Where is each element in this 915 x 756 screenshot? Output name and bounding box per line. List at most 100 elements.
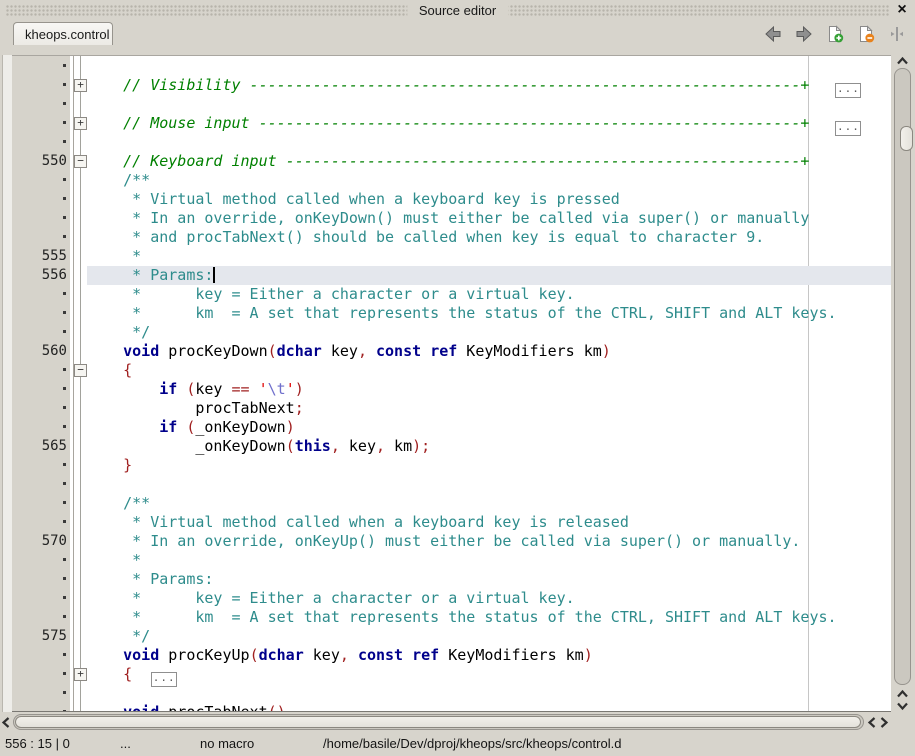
code-line[interactable]: * key = Either a character or a virtual … [87,589,891,608]
code-token-sym: ) [584,646,593,664]
line-number-dot [12,285,67,304]
horizontal-scrollbar[interactable] [0,713,915,732]
code-token-cmt: // Keyboard input ----------------------… [87,152,809,170]
code-token-sym: { [123,361,132,379]
code-line[interactable]: /** [87,171,891,190]
fold-collapse-icon[interactable]: − [74,364,87,377]
code-token-pln: KeyModifiers km [457,342,602,360]
line-dot [63,292,66,295]
code-token-doc: */ [87,323,150,341]
code-token-kw: this [295,437,331,455]
scroll-up-bottom-icon[interactable] [895,688,910,700]
new-document-icon[interactable] [824,25,845,43]
line-number: 550 [12,152,67,171]
vertical-scrollbar[interactable] [891,55,915,712]
line-dot [63,406,66,409]
current-code-line[interactable]: * Params: [87,266,891,285]
line-dot [63,577,66,580]
code-line[interactable]: * and procTabNext() should be called whe… [87,228,891,247]
fold-collapse-icon[interactable]: − [74,155,87,168]
forward-icon[interactable] [793,25,814,43]
tab-kheops-control[interactable]: kheops.control [13,22,113,45]
code-token-kw: dchar [259,646,304,664]
line-number-dot [12,361,67,380]
code-line[interactable]: * Params: [87,570,891,589]
code-line[interactable]: if (_onKeyDown) [87,418,891,437]
code-token-sym: ( [250,646,259,664]
scroll-up-icon[interactable] [895,55,910,67]
fold-expand-icon[interactable]: + [74,79,87,92]
code-line[interactable]: void procTabNext() [87,703,891,712]
line-number-dot [12,475,67,494]
horizontal-scroll-thumb[interactable] [15,716,861,728]
code-line[interactable] [87,133,891,152]
fold-expand-icon[interactable]: + [74,668,87,681]
code-token-kw: ref [430,342,457,360]
horizontal-scroll-track[interactable] [13,714,864,730]
code-line[interactable]: */ [87,323,891,342]
code-token-pln [177,380,186,398]
code-token-sym: () [268,703,286,712]
line-number-dot [12,228,67,247]
code-line[interactable]: * In an override, onKeyDown() must eithe… [87,209,891,228]
code-line[interactable]: void procKeyUp(dchar key, const ref KeyM… [87,646,891,665]
code-line[interactable]: {... [87,665,891,684]
line-number-dot [12,190,67,209]
code-line[interactable] [87,684,891,703]
scroll-left-right-icon[interactable] [866,715,878,730]
code-line[interactable]: // Mouse input -------------------------… [87,114,891,133]
code-line[interactable]: * [87,247,891,266]
close-icon[interactable]: × [893,1,911,19]
line-dot [63,520,66,523]
code-line[interactable]: procTabNext; [87,399,891,418]
code-token-pln [421,342,430,360]
titlebar[interactable]: Source editor × [0,0,915,21]
code-line[interactable]: * [87,551,891,570]
code-token-pln: procTabNext [159,703,267,712]
line-number-dot [12,456,67,475]
code-line[interactable]: if (key == '\t') [87,380,891,399]
scroll-left-icon[interactable] [0,715,12,730]
code-line[interactable]: * key = Either a character or a virtual … [87,285,891,304]
code-line[interactable]: // Keyboard input ----------------------… [87,152,891,171]
code-line[interactable]: /** [87,494,891,513]
code-token-doc: /** [87,494,150,512]
code-line[interactable]: * In an override, onKeyUp() must either … [87,532,891,551]
code-line[interactable]: * Virtual method called when a keyboard … [87,513,891,532]
code-line[interactable] [87,57,891,76]
line-number-dot [12,323,67,342]
code-line[interactable]: void procKeyDown(dchar key, const ref Ke… [87,342,891,361]
code-editor[interactable]: 550555556560565570575 ++−−+ // Visibilit… [12,55,891,712]
vertical-scroll-track[interactable] [894,68,911,685]
code-line[interactable] [87,475,891,494]
code-token-pln: _onKeyDown [87,437,286,455]
line-dot [63,558,66,561]
code-token-kw: dchar [277,342,322,360]
code-line[interactable]: * km = A set that represents the status … [87,608,891,627]
code-line[interactable]: } [87,456,891,475]
line-number-dot [12,304,67,323]
back-icon[interactable] [762,25,783,43]
code-line[interactable] [87,95,891,114]
code-line[interactable]: { [87,361,891,380]
code-line[interactable]: * km = A set that represents the status … [87,304,891,323]
line-dot [63,615,66,618]
code-line[interactable]: // Visibility --------------------------… [87,76,891,95]
code-token-doc: * [87,551,141,569]
line-number-dot [12,570,67,589]
scroll-right-icon[interactable] [878,715,890,730]
line-number-dot [12,95,67,114]
detach-icon[interactable] [886,25,907,43]
window-title: Source editor [407,2,508,19]
code-line[interactable]: */ [87,627,891,646]
fold-expand-icon[interactable]: + [74,117,87,130]
remove-document-icon[interactable] [855,25,876,43]
scroll-down-icon[interactable] [895,700,910,712]
code-token-pln: KeyModifiers km [439,646,584,664]
line-number: 565 [12,437,67,456]
vertical-scroll-thumb[interactable] [900,126,913,151]
line-dot [63,653,66,656]
code-line[interactable]: _onKeyDown(this, key, km); [87,437,891,456]
line-number-dot [12,133,67,152]
code-line[interactable]: * Virtual method called when a keyboard … [87,190,891,209]
